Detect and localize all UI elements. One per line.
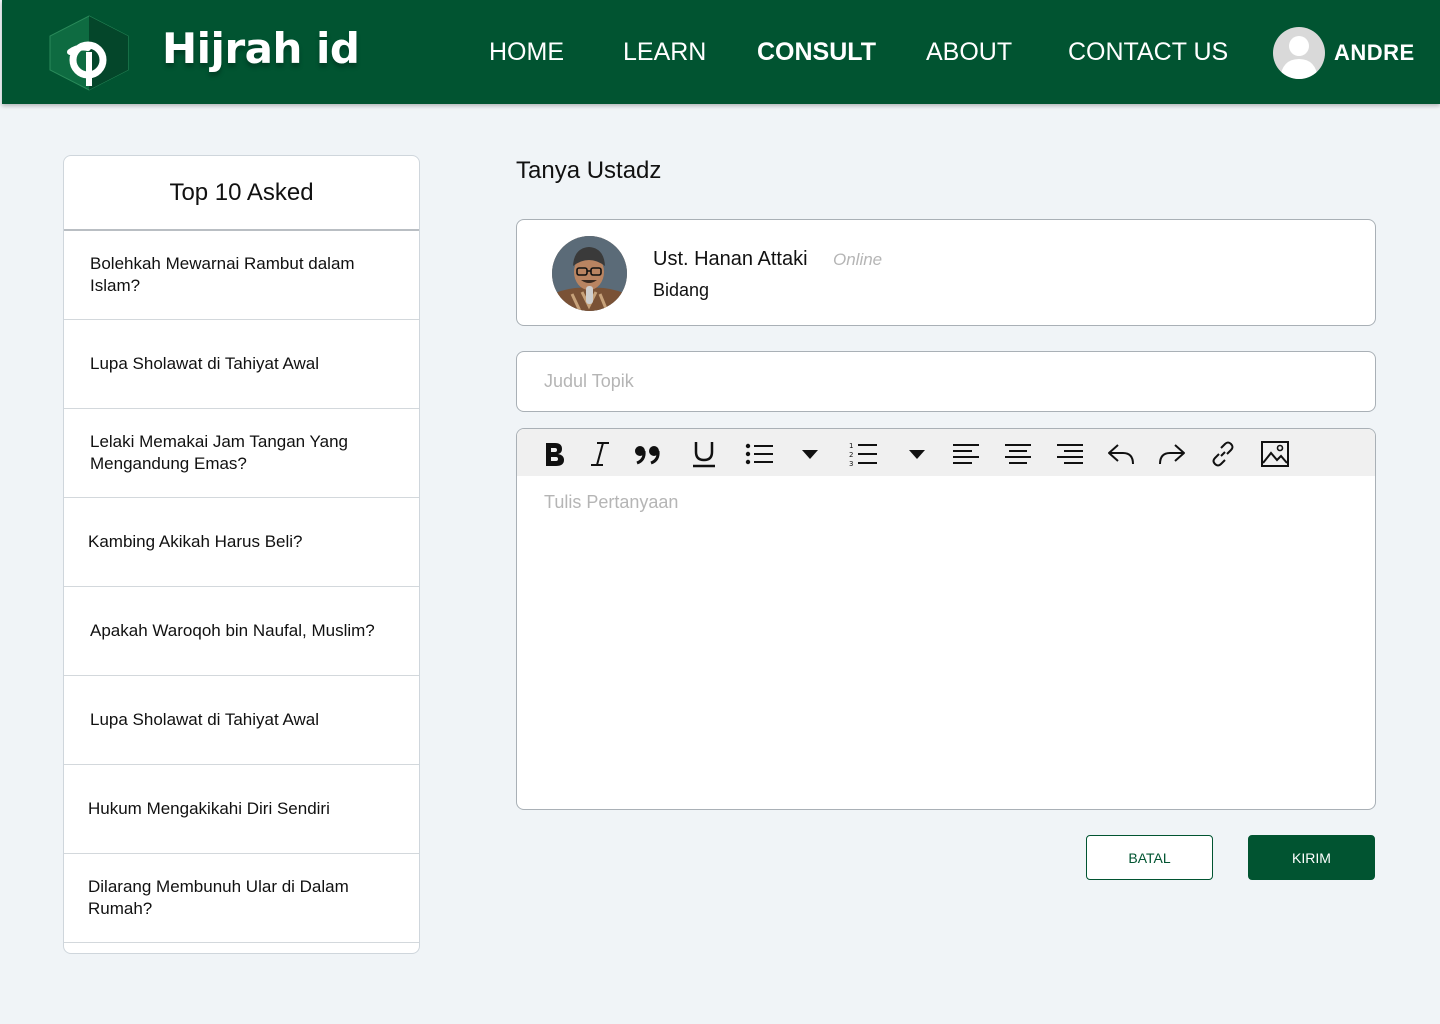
- underline-icon[interactable]: [689, 439, 719, 469]
- ustadz-card: Ust. Hanan Attaki Online Bidang: [516, 219, 1376, 326]
- align-center-icon[interactable]: [1003, 439, 1033, 469]
- ustadz-status: Online: [833, 250, 883, 269]
- editor-toolbar: 123: [517, 429, 1375, 476]
- top-asked-title: Top 10 Asked: [64, 156, 419, 231]
- ustadz-name: Ust. Hanan Attaki: [653, 248, 808, 270]
- cancel-button[interactable]: BATAL: [1086, 835, 1213, 880]
- bullet-list-dropdown-icon[interactable]: [795, 439, 825, 469]
- link-icon[interactable]: [1208, 439, 1238, 469]
- undo-icon[interactable]: [1106, 439, 1136, 469]
- user-avatar-icon[interactable]: [1273, 27, 1325, 79]
- question-editor: 123: [516, 428, 1376, 810]
- ustadz-avatar: [552, 236, 627, 311]
- quote-icon[interactable]: [633, 439, 663, 469]
- nav-consult[interactable]: CONSULT: [757, 38, 876, 67]
- redo-icon[interactable]: [1157, 439, 1187, 469]
- top-navbar: Hijrah id HOME LEARN CONSULT ABOUT CONTA…: [2, 0, 1440, 104]
- question-item[interactable]: Lupa Sholawat di Tahiyat Awal: [64, 320, 419, 409]
- svg-text:2: 2: [849, 451, 853, 459]
- topic-title-input[interactable]: [516, 351, 1376, 412]
- nav-home[interactable]: HOME: [489, 38, 564, 67]
- nav-contact-us[interactable]: CONTACT US: [1068, 38, 1228, 67]
- align-left-icon[interactable]: [951, 439, 981, 469]
- image-icon[interactable]: [1260, 439, 1290, 469]
- align-right-icon[interactable]: [1055, 439, 1085, 469]
- send-button[interactable]: KIRIM: [1248, 835, 1375, 880]
- brand-name[interactable]: Hijrah id: [162, 24, 360, 73]
- question-item[interactable]: Lelaki Memakai Jam Tangan Yang Mengandun…: [64, 409, 419, 498]
- italic-icon[interactable]: [585, 439, 615, 469]
- nav-learn[interactable]: LEARN: [623, 38, 706, 67]
- bold-icon[interactable]: [539, 439, 569, 469]
- question-textarea[interactable]: [517, 476, 1375, 809]
- nav-about[interactable]: ABOUT: [926, 38, 1012, 67]
- numbered-list-dropdown-icon[interactable]: [902, 439, 932, 469]
- top-asked-panel: Top 10 Asked Bolehkah Mewarnai Rambut da…: [63, 155, 420, 954]
- logo-icon[interactable]: [48, 14, 130, 92]
- page-title: Tanya Ustadz: [516, 157, 662, 184]
- numbered-list-icon[interactable]: 123: [849, 439, 879, 469]
- ustadz-field: Bidang: [653, 280, 710, 300]
- question-item[interactable]: Lupa Sholawat di Tahiyat Awal: [64, 676, 419, 765]
- user-name[interactable]: ANDRE: [1334, 40, 1415, 66]
- question-item[interactable]: Apakah Waroqoh bin Naufal, Muslim?: [64, 587, 419, 676]
- svg-text:1: 1: [849, 442, 853, 450]
- question-item[interactable]: Hukum Mengakikahi Diri Sendiri: [64, 765, 419, 854]
- svg-text:3: 3: [849, 460, 853, 467]
- bullet-list-icon[interactable]: [745, 439, 775, 469]
- question-item[interactable]: Kambing Akikah Harus Beli?: [64, 498, 419, 587]
- question-item[interactable]: Bolehkah Mewarnai Rambut dalam Islam?: [64, 231, 419, 320]
- question-item[interactable]: Dilarang Membunuh Ular di Dalam Rumah?: [64, 854, 419, 943]
